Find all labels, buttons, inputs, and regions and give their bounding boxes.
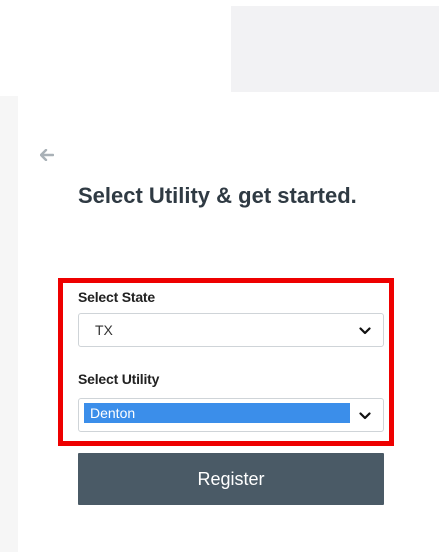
chevron-down-icon <box>359 412 371 420</box>
state-label: Select State <box>78 289 155 305</box>
utility-label: Select Utility <box>78 371 160 387</box>
utility-select[interactable]: Denton <box>78 398 384 432</box>
top-gray-panel <box>231 6 439 92</box>
state-select[interactable]: TX <box>78 313 384 347</box>
back-button[interactable] <box>38 146 56 164</box>
register-button[interactable]: Register <box>78 453 384 505</box>
page-title: Select Utility & get started. <box>78 183 357 208</box>
left-margin <box>0 96 18 552</box>
arrow-left-icon <box>40 149 54 161</box>
chevron-down-icon <box>359 327 371 335</box>
utility-select-value: Denton <box>90 405 136 421</box>
state-select-value: TX <box>95 322 113 338</box>
top-area <box>0 0 231 96</box>
